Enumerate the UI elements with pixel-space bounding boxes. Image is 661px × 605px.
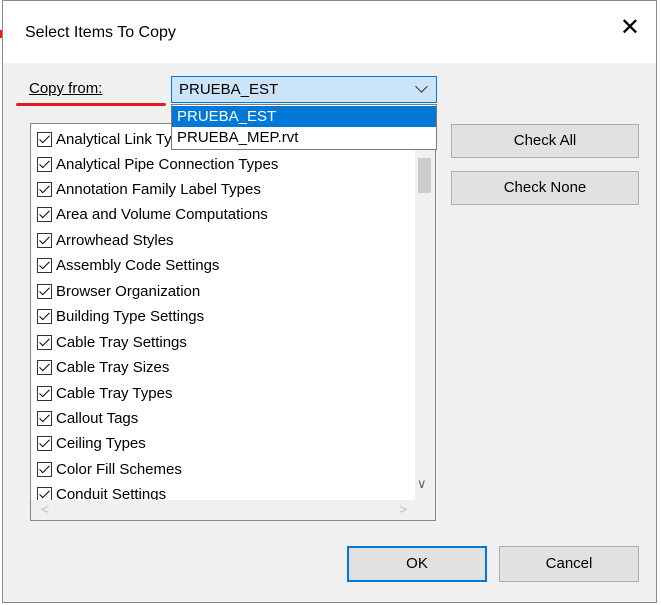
list-item[interactable]: Ceiling Types xyxy=(37,431,146,456)
chevron-right-icon[interactable]: > xyxy=(399,501,407,517)
list-item-label: Callout Tags xyxy=(56,410,139,427)
list-item[interactable]: Building Type Settings xyxy=(37,304,204,329)
copy-from-label: Copy from: xyxy=(29,80,102,97)
list-item-label: Ceiling Types xyxy=(56,435,146,452)
check-all-button[interactable]: Check All xyxy=(451,124,639,158)
checkbox[interactable] xyxy=(37,232,52,248)
list-item-label: Area and Volume Computations xyxy=(56,206,268,223)
scrollbar-thumb[interactable] xyxy=(418,158,431,193)
close-icon[interactable]: ✕ xyxy=(620,16,640,40)
horizontal-scrollbar[interactable]: < > xyxy=(31,500,417,520)
checkbox[interactable] xyxy=(37,181,52,197)
title-bar: Select Items To Copy ✕ xyxy=(3,1,656,63)
list-item-label: Analytical Pipe Connection Types xyxy=(56,156,279,173)
items-checklist[interactable]: Analytical Link Types Analytical Pipe Co… xyxy=(30,123,436,521)
list-item-label: Cable Tray Sizes xyxy=(56,359,170,376)
copy-from-options-list: PRUEBA_EST PRUEBA_MEP.rvt xyxy=(171,104,437,150)
list-item[interactable]: Cable Tray Types xyxy=(37,381,172,406)
check-none-button[interactable]: Check None xyxy=(451,171,639,205)
scrollbar-corner xyxy=(415,500,435,520)
list-item[interactable]: Cable Tray Settings xyxy=(37,330,187,355)
list-item-label: Building Type Settings xyxy=(56,308,205,325)
list-item-label: Cable Tray Types xyxy=(56,385,173,402)
list-item[interactable]: Assembly Code Settings xyxy=(37,253,219,278)
copy-from-label-text: Copy from: xyxy=(29,80,103,97)
copy-from-dropdown[interactable]: PRUEBA_EST xyxy=(171,76,437,103)
checkbox[interactable] xyxy=(37,385,52,401)
cancel-button[interactable]: Cancel xyxy=(499,546,639,582)
list-item-label: Assembly Code Settings xyxy=(56,257,220,274)
annotation-red-underline xyxy=(16,103,166,106)
list-item-label: Cable Tray Settings xyxy=(56,334,187,351)
chevron-left-icon[interactable]: < xyxy=(41,501,49,517)
checkbox[interactable] xyxy=(37,283,52,299)
checkbox[interactable] xyxy=(37,334,52,350)
checkbox[interactable] xyxy=(37,206,52,222)
checkbox[interactable] xyxy=(37,156,52,172)
chevron-down-icon[interactable] xyxy=(415,80,428,93)
copy-from-option-prueba-est[interactable]: PRUEBA_EST xyxy=(172,106,436,127)
list-item-label: Browser Organization xyxy=(56,283,201,300)
checkbox[interactable] xyxy=(37,410,52,426)
list-item[interactable]: Cable Tray Sizes xyxy=(37,355,169,380)
checkbox[interactable] xyxy=(37,131,52,147)
checkbox[interactable] xyxy=(37,461,52,477)
vertical-scrollbar[interactable]: ∨ xyxy=(415,124,435,500)
list-item-label: Color Fill Schemes xyxy=(56,461,182,478)
ok-button[interactable]: OK xyxy=(347,546,487,582)
list-item[interactable]: Area and Volume Computations xyxy=(37,202,268,227)
list-item[interactable]: Callout Tags xyxy=(37,406,138,431)
chevron-down-icon[interactable]: ∨ xyxy=(417,476,427,492)
checkbox[interactable] xyxy=(37,359,52,375)
list-item[interactable]: Annotation Family Label Types xyxy=(37,177,261,202)
list-item[interactable]: Analytical Pipe Connection Types xyxy=(37,152,278,177)
copy-from-selected-value: PRUEBA_EST xyxy=(179,81,279,98)
copy-from-option-prueba-mep[interactable]: PRUEBA_MEP.rvt xyxy=(172,127,436,148)
list-item-label: Arrowhead Styles xyxy=(56,232,174,249)
checkbox[interactable] xyxy=(37,435,52,451)
checkbox[interactable] xyxy=(37,257,52,273)
dialog-title: Select Items To Copy xyxy=(25,24,176,41)
list-item[interactable]: Browser Organization xyxy=(37,279,200,304)
list-item[interactable]: Color Fill Schemes xyxy=(37,457,182,482)
list-item[interactable]: Arrowhead Styles xyxy=(37,228,174,253)
checkbox[interactable] xyxy=(37,308,52,324)
list-item-label: Annotation Family Label Types xyxy=(56,181,261,198)
